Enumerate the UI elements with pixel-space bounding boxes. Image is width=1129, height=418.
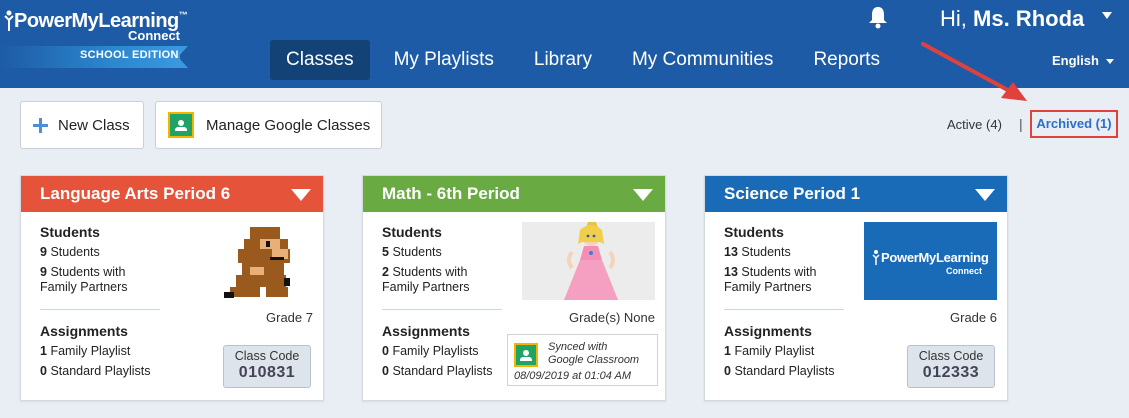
class-code-label: Class Code: [234, 349, 300, 363]
class-code-box[interactable]: Class Code 012333: [907, 345, 995, 388]
synced-date: 08/09/2019 at 01:04 AM: [514, 370, 632, 382]
main-nav: Classes My Playlists Library My Communit…: [270, 40, 904, 80]
card-title: Language Arts Period 6: [40, 184, 231, 203]
chevron-down-icon[interactable]: [1102, 12, 1112, 19]
assignments-heading: Assignments: [382, 323, 470, 339]
section-divider: [382, 309, 502, 310]
class-image-pml-logo: PowerMyLearning Connect: [864, 222, 997, 300]
new-class-label: New Class: [58, 116, 130, 134]
annotation-arrow-icon: [921, 42, 1027, 101]
chevron-down-icon[interactable]: [1106, 59, 1114, 64]
archived-classes-link[interactable]: Archived (1): [1030, 110, 1118, 138]
students-heading: Students: [382, 224, 442, 240]
students-heading: Students: [40, 224, 100, 240]
family-partners-count: 13 Students with: [724, 265, 817, 279]
class-image-mario: [180, 222, 313, 300]
class-code-value: 012333: [922, 364, 980, 381]
active-classes-link[interactable]: Active (4): [947, 117, 1002, 132]
family-partners-label: Family Partners: [724, 280, 812, 294]
google-sync-status: Synced with Google Classroom 08/09/2019 …: [507, 334, 658, 386]
family-partners-label: Family Partners: [382, 280, 470, 294]
google-classroom-icon: [168, 112, 194, 138]
card-title: Math - 6th Period: [382, 184, 520, 203]
class-card-math[interactable]: Math - 6th Period Students 5 Students 2 …: [362, 175, 666, 401]
grade-label: Grade(s) None: [569, 310, 655, 325]
class-image-princess: [522, 222, 655, 300]
grade-label: Grade 6: [950, 310, 997, 325]
section-divider: [40, 309, 160, 310]
family-playlists-count: 0 Family Playlists: [382, 344, 479, 358]
nav-my-playlists[interactable]: My Playlists: [378, 40, 510, 80]
person-icon: [872, 250, 880, 265]
nav-classes[interactable]: Classes: [270, 40, 370, 80]
brand-connect: Connect: [128, 28, 180, 43]
edition-label: SCHOOL EDITION: [80, 49, 179, 61]
language-selector[interactable]: English: [1052, 53, 1099, 68]
card-header[interactable]: Language Arts Period 6: [21, 176, 323, 212]
user-greeting[interactable]: Hi, Ms. Rhoda: [940, 6, 1084, 32]
standard-playlists-count: 0 Standard Playlists: [724, 364, 835, 378]
plus-icon: [33, 117, 48, 133]
manage-google-classes-button[interactable]: Manage Google Classes: [155, 101, 382, 149]
family-partners-count: 2 Students with: [382, 265, 468, 279]
bell-icon[interactable]: [867, 5, 889, 29]
section-divider: [724, 309, 844, 310]
family-partners-label: Family Partners: [40, 280, 128, 294]
card-header[interactable]: Math - 6th Period: [363, 176, 665, 212]
caret-down-icon[interactable]: [975, 189, 995, 201]
synced-text: Synced with Google Classroom: [548, 341, 640, 366]
caret-down-icon[interactable]: [291, 189, 311, 201]
edition-banner-tail: [178, 46, 188, 68]
class-code-value: 010831: [238, 364, 296, 381]
nav-library[interactable]: Library: [518, 40, 608, 80]
google-classroom-icon: [514, 343, 538, 367]
students-count: 13 Students: [724, 245, 791, 259]
pml-logo-name: PowerMyLearning: [881, 250, 989, 265]
class-code-box[interactable]: Class Code 010831: [223, 345, 311, 388]
standard-playlists-count: 0 Standard Playlists: [382, 364, 493, 378]
class-code-label: Class Code: [918, 349, 984, 363]
new-class-button[interactable]: New Class: [20, 101, 144, 149]
card-title: Science Period 1: [724, 184, 861, 203]
family-playlists-count: 1 Family Playlist: [40, 344, 131, 358]
nav-my-communities[interactable]: My Communities: [616, 40, 789, 80]
caret-down-icon[interactable]: [633, 189, 653, 201]
card-header[interactable]: Science Period 1: [705, 176, 1007, 212]
class-card-science[interactable]: Science Period 1 Students 13 Students 13…: [704, 175, 1008, 401]
family-playlists-count: 1 Family Playlist: [724, 344, 815, 358]
assignments-heading: Assignments: [724, 323, 812, 339]
students-count: 9 Students: [40, 245, 100, 259]
family-partners-count: 9 Students with: [40, 265, 126, 279]
students-count: 5 Students: [382, 245, 442, 259]
nav-reports[interactable]: Reports: [797, 40, 896, 80]
grade-label: Grade 7: [266, 310, 313, 325]
class-card-language-arts[interactable]: Language Arts Period 6 Students 9 Studen…: [20, 175, 324, 401]
filter-separator: |: [1019, 116, 1023, 132]
students-heading: Students: [724, 224, 784, 240]
standard-playlists-count: 0 Standard Playlists: [40, 364, 151, 378]
pml-logo-connect: Connect: [946, 266, 982, 276]
assignments-heading: Assignments: [40, 323, 128, 339]
person-icon: [4, 10, 14, 31]
manage-google-label: Manage Google Classes: [206, 116, 371, 134]
